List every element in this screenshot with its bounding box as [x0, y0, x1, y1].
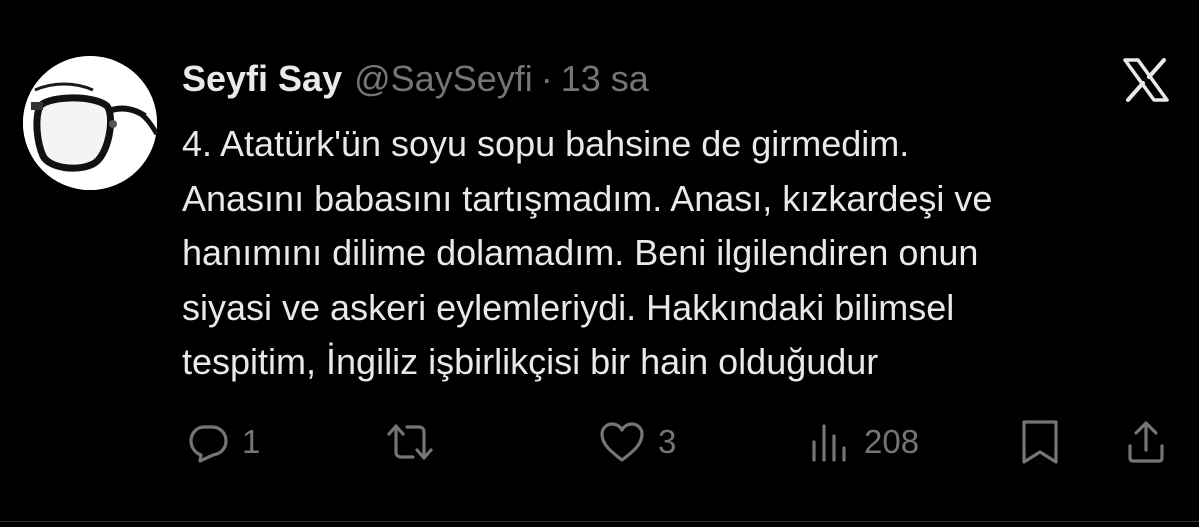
- tweet-text-line: hanımını dilime dolamadım. Beni ilgilend…: [182, 232, 979, 273]
- avatar[interactable]: [23, 56, 157, 190]
- tweet-text-line: 4. Atatürk'ün soyu sopu bahsine de girme…: [182, 123, 910, 164]
- reply-icon: [189, 425, 228, 463]
- retweet-button[interactable]: [385, 414, 447, 470]
- heart-icon: [600, 422, 644, 462]
- tweet-text-line: siyasi ve askeri eylemleriydi. Hakkındak…: [182, 286, 955, 328]
- views-icon: [812, 424, 846, 462]
- tweet-text-line: Anasını babasını tartışmadım. Anası, kız…: [182, 177, 993, 219]
- like-button[interactable]: 3: [598, 414, 676, 470]
- x-logo-icon: [1122, 58, 1170, 102]
- bookmark-button[interactable]: [1018, 414, 1062, 470]
- reply-count: 1: [242, 423, 261, 460]
- views-button[interactable]: 208: [808, 414, 919, 470]
- user-handle[interactable]: @SaySeyfi: [354, 58, 533, 100]
- tweet-text-line: tespitim, İngiliz işbirlikçisi bir hain …: [182, 341, 879, 382]
- separator-dot: ·: [540, 58, 553, 99]
- tweet-header: Seyfi Say @SaySeyfi · 13 sa: [182, 56, 649, 102]
- divider: [0, 521, 1199, 522]
- display-name[interactable]: Seyfi Say: [182, 58, 342, 100]
- share-icon: [1128, 421, 1164, 463]
- tweet-actions: 1 3 208: [0, 414, 1199, 470]
- reply-button[interactable]: 1: [186, 414, 260, 470]
- timestamp[interactable]: 13 sa: [561, 58, 649, 100]
- tweet-text: 4. Atatürk'ün soyu sopu bahsine de girme…: [182, 117, 1182, 390]
- share-button[interactable]: [1126, 414, 1166, 470]
- views-count: 208: [864, 423, 920, 460]
- tweet-card[interactable]: Seyfi Say @SaySeyfi · 13 sa 4. Atatürk'ü…: [0, 0, 1199, 527]
- glasses-avatar-icon: [23, 56, 157, 190]
- like-count: 3: [658, 423, 677, 460]
- retweet-icon: [387, 424, 433, 460]
- bookmark-icon: [1022, 420, 1058, 464]
